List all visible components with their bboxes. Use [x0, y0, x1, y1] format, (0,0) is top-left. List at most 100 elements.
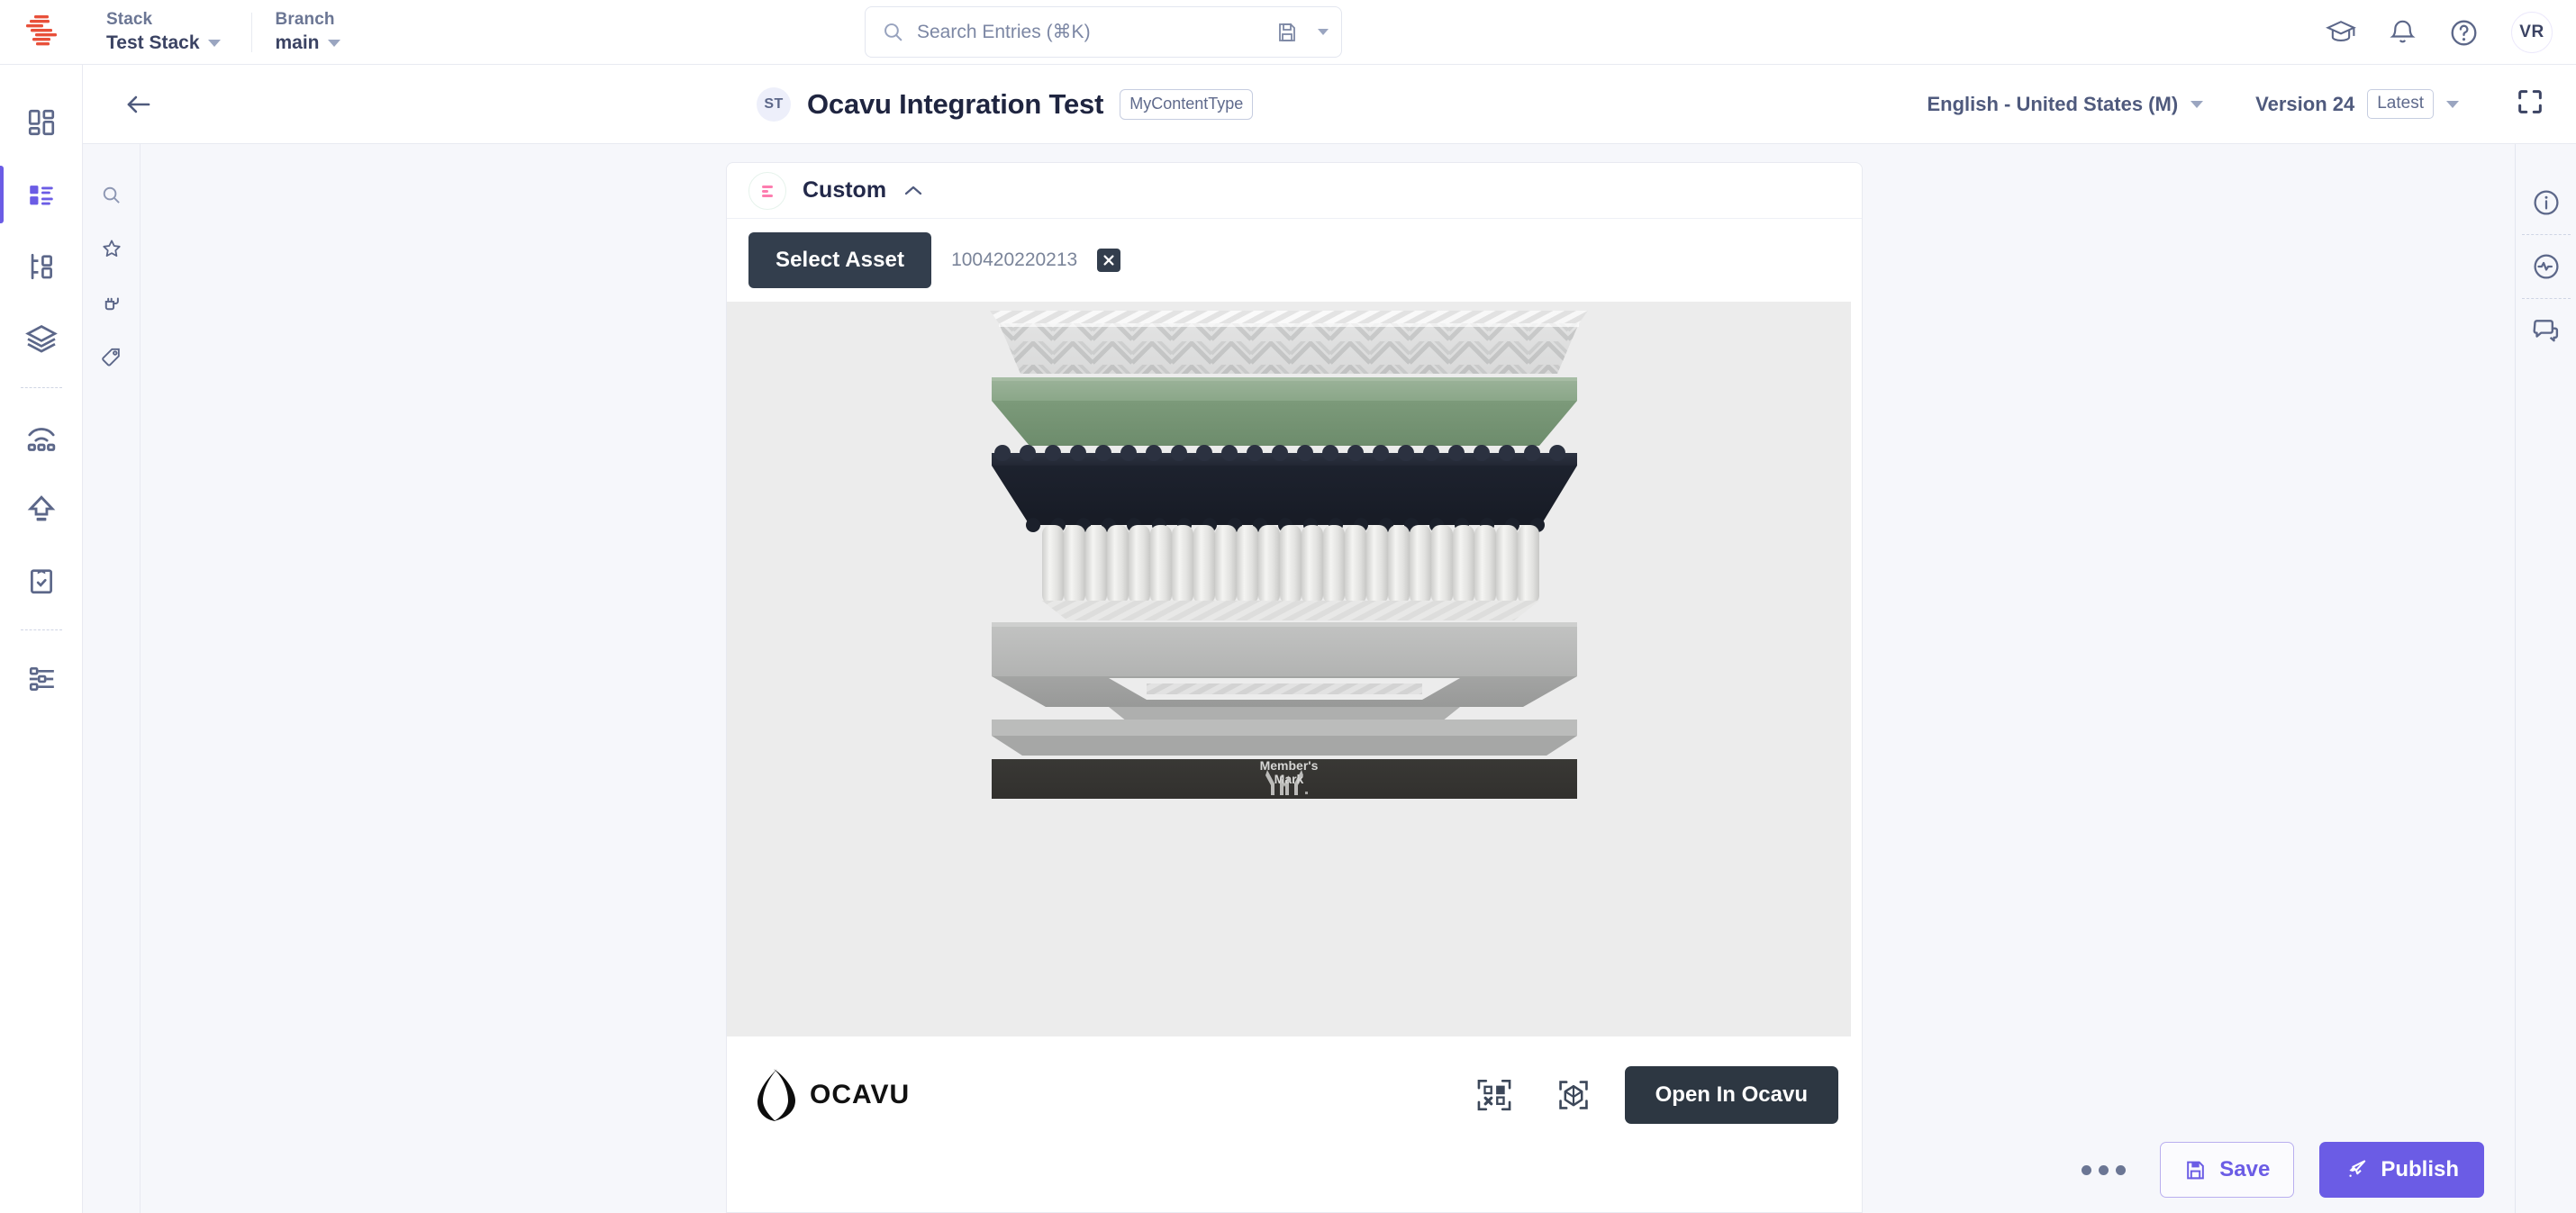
sidebar-item-live-preview[interactable] [0, 401, 83, 473]
entry-action-bar: Save Publish [1884, 1127, 2515, 1213]
version-selector[interactable]: Version 24 Latest [2255, 89, 2459, 119]
open-in-ocavu-button[interactable]: Open In Ocavu [1624, 1066, 1838, 1124]
layer-edge-support-frame [992, 676, 1577, 721]
sidebar-item-releases[interactable] [0, 473, 83, 545]
publish-button-label: Publish [2381, 1157, 2459, 1181]
select-asset-button[interactable]: Select Asset [748, 232, 932, 288]
chevron-up-icon[interactable] [903, 184, 924, 198]
qr-code-scan-icon[interactable] [1466, 1067, 1522, 1123]
floppy-disk-icon [2184, 1159, 2207, 1181]
sidebar-divider-2 [20, 629, 62, 630]
sidebar-item-dashboard[interactable] [0, 86, 83, 158]
product-brand-label: Member's Mark [1259, 758, 1319, 787]
rightrail-info[interactable] [2516, 175, 2576, 231]
branch-value: main [276, 32, 340, 54]
search-icon [882, 21, 904, 43]
branch-value-text: main [275, 32, 320, 53]
subrail-extensions[interactable] [83, 276, 141, 330]
sidebar-divider [20, 387, 62, 388]
sidebar-item-content-types[interactable] [0, 231, 83, 303]
stack-label: Stack [106, 10, 153, 29]
custom-field-card: Custom Select Asset 100420220213 Member'… [726, 162, 1863, 1213]
contentstack-logo-icon[interactable] [0, 14, 83, 51]
secondary-sidebar [83, 144, 141, 1213]
save-button-label: Save [2219, 1157, 2271, 1181]
entry-title-group: ST Ocavu Integration Test MyContentType [757, 86, 1254, 122]
publish-button[interactable]: Publish [2319, 1142, 2484, 1198]
custom-field-header: Custom [727, 163, 1862, 219]
search-options-chevron-icon[interactable] [1318, 29, 1329, 35]
layer-dark-support-foam [992, 445, 1577, 532]
stack-selector[interactable]: Stack Test Stack [83, 10, 251, 54]
locale-value: English - United States (M) [1927, 92, 2179, 115]
sidebar-item-settings[interactable] [0, 643, 83, 715]
sidebar-item-tasks[interactable] [0, 545, 83, 617]
mattress-exploded-view [990, 311, 1588, 799]
custom-field-lines-icon [748, 171, 786, 210]
ocavu-viewer-footer: OCAVU Open In Ocavu [727, 1036, 1862, 1154]
content-type-chip[interactable]: MyContentType [1120, 88, 1254, 120]
sidebar-item-entries[interactable] [0, 158, 83, 231]
page-title: Ocavu Integration Test [807, 87, 1104, 120]
sidebar-item-assets[interactable] [0, 303, 83, 375]
ocavu-brand: OCAVU [750, 1066, 910, 1124]
primary-sidebar [0, 65, 83, 1213]
search-placeholder: Search Entries (⌘K) [917, 22, 1091, 42]
save-search-icon[interactable] [1276, 22, 1298, 43]
rightrail-divider-1 [2521, 234, 2571, 235]
save-button[interactable]: Save [2160, 1142, 2295, 1198]
branch-label: Branch [275, 10, 335, 29]
fullscreen-expand-icon[interactable] [2515, 86, 2545, 122]
chevron-down-icon [207, 40, 221, 47]
chevron-down-icon [2191, 100, 2204, 108]
stack-initials-badge: ST [757, 86, 791, 122]
rightrail-divider-2 [2521, 298, 2571, 299]
stack-value-text: Test Stack [106, 32, 200, 53]
global-search: Search Entries (⌘K) [865, 6, 1342, 58]
layer-base-foam [992, 622, 1577, 676]
product-brand-line2: Mark [1274, 772, 1304, 787]
search-input[interactable]: Search Entries (⌘K) [865, 6, 1342, 58]
branch-selector[interactable]: Branch main [250, 10, 371, 54]
selected-asset-id: 100420220213 [951, 249, 1078, 270]
viewer-actions: Open In Ocavu [1466, 1066, 1838, 1124]
entry-header-right: English - United States (M) Version 24 L… [1927, 86, 2576, 122]
chevron-down-icon [2446, 100, 2459, 108]
right-sidebar [2515, 144, 2576, 1213]
avatar[interactable]: VR [2511, 12, 2553, 53]
rocket-icon [2345, 1158, 2368, 1181]
ocavu-wordmark: OCAVU [810, 1080, 911, 1109]
layer-base-panel [992, 720, 1577, 756]
stack-value: Test Stack [106, 32, 221, 54]
layer-quilted-cover [990, 311, 1588, 374]
rightrail-activity[interactable] [2516, 239, 2576, 294]
ar-cube-icon[interactable] [1546, 1067, 1601, 1123]
topbar-actions: VR [2326, 0, 2553, 65]
close-x-icon[interactable] [1097, 249, 1121, 272]
more-dots-icon[interactable] [2073, 1153, 2135, 1188]
entry-header: ST Ocavu Integration Test MyContentType … [83, 65, 2576, 144]
ocavu-3d-viewer[interactable]: Member's Mark [727, 302, 1851, 1036]
subrail-search[interactable] [83, 167, 141, 222]
stack-branch-selectors: Stack Test Stack Branch main [83, 0, 371, 65]
global-topbar: Stack Test Stack Branch main Search Entr… [0, 0, 2576, 65]
bell-icon[interactable] [2389, 18, 2417, 47]
ocavu-diamond-icon [750, 1066, 801, 1124]
version-tag: Latest [2367, 89, 2434, 119]
back-button[interactable] [108, 92, 169, 117]
subrail-labels[interactable] [83, 330, 141, 384]
subrail-favorites[interactable] [83, 222, 141, 276]
question-circle-icon[interactable] [2449, 18, 2479, 48]
layer-pocketed-coil-unit [1042, 525, 1539, 620]
product-brand-line1: Member's [1259, 758, 1319, 773]
custom-field-name: Custom [803, 177, 887, 203]
asset-selection-row: Select Asset 100420220213 [727, 219, 1862, 302]
locale-selector[interactable]: English - United States (M) [1927, 92, 2204, 116]
layer-green-comfort-foam [992, 377, 1577, 446]
rightrail-comments[interactable] [2516, 303, 2576, 358]
graduation-cap-icon[interactable] [2326, 18, 2356, 47]
version-value: Version 24 [2255, 92, 2355, 115]
contentstack-entry-editor: Stack Test Stack Branch main Search Entr… [0, 0, 2576, 1213]
chevron-down-icon [327, 40, 340, 47]
entry-canvas: Custom Select Asset 100420220213 Member'… [141, 144, 2515, 1213]
